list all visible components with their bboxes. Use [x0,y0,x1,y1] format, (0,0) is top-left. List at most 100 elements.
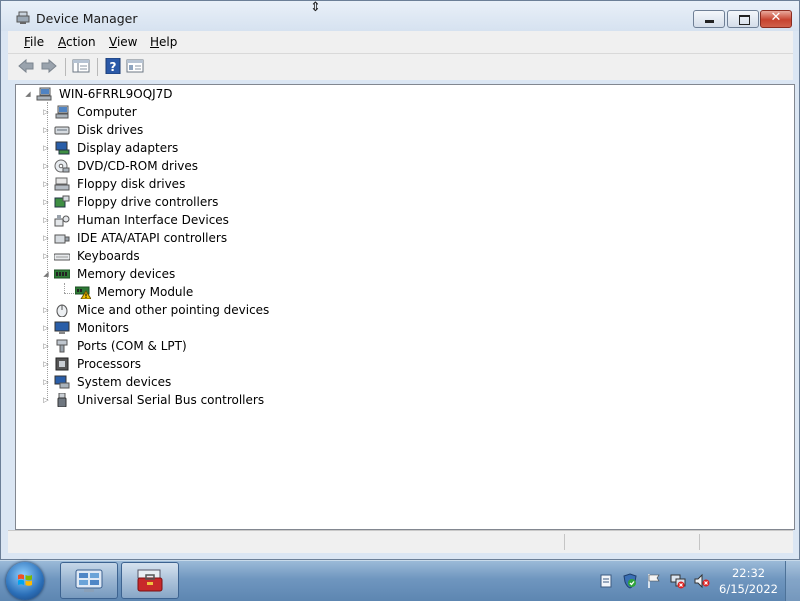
expand-icon[interactable]: ▷ [42,193,50,211]
tree-node-label: Memory Module [97,285,194,299]
status-divider [564,534,565,550]
back-arrow-icon[interactable] [17,58,35,74]
show-desktop-button[interactable] [785,561,800,601]
tree-node-label: Disk drives [77,123,144,137]
menu-action-accel: A [58,35,66,49]
tree-node-label: IDE ATA/ATAPI controllers [77,231,228,245]
maximize-icon [739,15,750,25]
tree-node-label: Universal Serial Bus controllers [77,393,265,407]
display-adapter-icon [55,141,70,155]
network-disconnected-icon[interactable] [670,573,686,589]
device-manager-app-icon [16,11,30,24]
maximize-button[interactable] [727,10,759,28]
expand-icon[interactable]: ▷ [42,337,50,355]
start-button[interactable] [6,562,44,600]
expand-icon[interactable]: ▷ [42,139,50,157]
action-center-icon[interactable] [598,573,614,589]
menu-help-accel: H [150,35,160,49]
toolbar: ? [8,53,793,80]
taskbar-device-manager-button[interactable] [121,562,179,599]
dvd-drive-icon [54,159,70,173]
disk-drive-icon [54,126,70,135]
tree-node-label: Computer [77,105,137,119]
volume-muted-icon[interactable] [694,573,710,589]
show-hide-console-tree-icon[interactable] [72,58,90,74]
expand-icon[interactable]: ▷ [42,229,50,247]
help-icon[interactable]: ? [104,58,122,74]
clock-date: 6/15/2022 [719,582,778,596]
tree-root-label: WIN-6FRRL9OQJ7D [59,87,173,101]
memory-icon [54,269,70,279]
tree-guide-line [64,293,74,294]
memory-module-warning-icon [75,286,91,299]
tree-guide-line [64,283,65,293]
monitor-icon [54,321,70,334]
tree-node-label: Floppy drive controllers [77,195,219,209]
usb-icon [57,393,67,407]
clock-time: 22:32 [731,566,766,580]
tree-node-label: DVD/CD-ROM drives [77,159,199,173]
tree-node-label: Memory devices [77,267,176,281]
control-panel-icon [75,569,103,592]
expand-icon[interactable]: ▷ [42,355,50,373]
mouse-icon [56,304,68,317]
flag-icon[interactable] [646,573,662,589]
menu-view-label: iew [116,35,138,49]
menu-view-accel: V [109,35,117,49]
menu-action-label: ction [66,35,96,49]
tree-node-label: Monitors [77,321,129,335]
mouse-cursor-icon: ⇕ [310,0,321,15]
menu-bar: File Action View Help [8,31,793,53]
tree-node-label: Floppy disk drives [77,177,186,191]
toolbar-separator [97,58,98,76]
port-icon [56,339,68,353]
security-shield-icon[interactable] [622,573,638,589]
expand-icon[interactable]: ▷ [42,121,50,139]
expand-icon[interactable]: ▷ [42,319,50,337]
title-bar[interactable]: Device Manager ⇕ ✕ [1,0,799,31]
minimize-icon [705,20,714,23]
close-button[interactable]: ✕ [760,10,792,28]
device-manager-window: Device Manager ⇕ ✕ File Action View Help… [0,0,800,560]
taskbar-clock[interactable]: 22:32 6/15/2022 [719,565,778,597]
menu-help[interactable]: Help [150,35,177,49]
taskbar-control-panel-button[interactable] [60,562,118,599]
ide-controller-icon [54,234,70,244]
close-icon: ✕ [770,10,782,25]
windows-logo-icon [18,574,32,586]
expand-icon[interactable]: ▷ [42,391,50,409]
menu-file[interactable]: File [24,35,44,49]
floppy-disk-icon [54,177,70,191]
computer-icon [55,105,69,119]
expand-icon[interactable]: ▷ [42,301,50,319]
expand-icon[interactable]: ▷ [42,373,50,391]
processor-icon [55,357,69,371]
taskbar: 22:32 6/15/2022 [0,560,800,601]
expand-icon[interactable]: ▷ [42,247,50,265]
toolbar-separator [65,58,66,76]
floppy-controller-icon [54,195,70,208]
forward-arrow-icon[interactable] [40,58,58,74]
menu-view[interactable]: View [109,35,137,49]
device-tree[interactable]: ◢ WIN-6FRRL9OQJ7D ▷ Computer ▷ Disk drives ▷… [15,84,795,530]
expand-icon[interactable]: ▷ [42,103,50,121]
computer-icon [36,87,52,101]
hid-icon [54,215,70,227]
tree-node-label: Mice and other pointing devices [77,303,270,317]
tree-node-label: Display adapters [77,141,179,155]
menu-action[interactable]: Action [58,35,96,49]
expand-icon[interactable]: ▷ [42,175,50,193]
expand-icon[interactable]: ▷ [42,211,50,229]
system-devices-icon [54,375,70,389]
tree-node-label: Human Interface Devices [77,213,229,227]
minimize-button[interactable] [693,10,725,28]
status-bar [8,530,793,553]
properties-icon[interactable] [126,58,144,74]
expand-icon[interactable]: ▷ [42,157,50,175]
collapse-icon[interactable]: ◢ [24,85,32,103]
menu-file-label: ile [30,35,45,49]
svg-text:?: ? [110,60,117,74]
window-title: Device Manager [36,11,138,26]
collapse-icon[interactable]: ◢ [42,265,50,283]
tree-node-label: System devices [77,375,172,389]
